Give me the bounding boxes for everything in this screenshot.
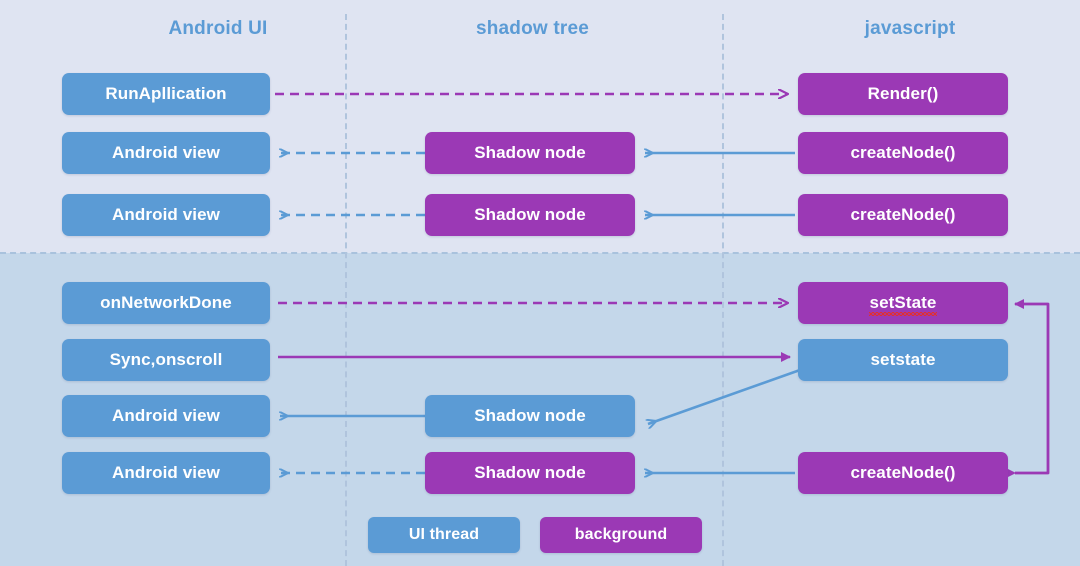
node-label: Sync,onscroll [109, 350, 223, 369]
legend-label: background [574, 526, 668, 543]
node-shadow-node-2[interactable]: Shadow node [425, 194, 635, 236]
node-label: Render() [867, 84, 939, 103]
node-create-node-3[interactable]: createNode() [798, 452, 1008, 494]
node-label: setState [868, 293, 938, 316]
node-create-node-2[interactable]: createNode() [798, 194, 1008, 236]
node-android-view-2[interactable]: Android view [62, 194, 270, 236]
legend-background: background [540, 517, 702, 553]
node-on-network-done[interactable]: onNetworkDone [62, 282, 270, 324]
node-label: setstate [870, 350, 936, 369]
node-label: createNode() [850, 463, 956, 482]
node-label: Shadow node [474, 143, 586, 162]
column-header-shadow-tree: shadow tree [475, 18, 590, 39]
node-label: Shadow node [474, 205, 586, 224]
node-label: Android view [112, 205, 220, 224]
node-shadow-node-1[interactable]: Shadow node [425, 132, 635, 174]
node-label: onNetworkDone [100, 293, 232, 312]
node-label: Android view [112, 143, 220, 162]
node-shadow-node-4[interactable]: Shadow node [425, 452, 635, 494]
column-header-javascript: javascript [864, 18, 956, 39]
node-sync-onscroll[interactable]: Sync,onscroll [62, 339, 270, 381]
node-android-view-3[interactable]: Android view [62, 395, 270, 437]
column-header-android-ui: Android UI [168, 18, 268, 39]
node-android-view-1[interactable]: Android view [62, 132, 270, 174]
node-android-view-4[interactable]: Android view [62, 452, 270, 494]
node-shadow-node-3[interactable]: Shadow node [425, 395, 635, 437]
legend-ui-thread: UI thread [368, 517, 520, 553]
legend-label: UI thread [408, 526, 480, 543]
lane-separator-android-shadow [345, 14, 347, 566]
lane-separator-shadow-javascript [722, 14, 724, 566]
node-run-application[interactable]: RunApllication [62, 73, 270, 115]
node-create-node-1[interactable]: createNode() [798, 132, 1008, 174]
node-label: createNode() [850, 205, 956, 224]
node-label: Shadow node [474, 406, 586, 425]
node-render[interactable]: Render() [798, 73, 1008, 115]
phase-divider [0, 252, 1080, 254]
diagram-canvas: Android UI shadow tree javascript RunApl… [0, 0, 1080, 566]
node-label: Android view [112, 463, 220, 482]
node-label: createNode() [850, 143, 956, 162]
node-label: RunApllication [105, 84, 227, 103]
node-label: Android view [112, 406, 220, 425]
node-label: Shadow node [474, 463, 586, 482]
node-setstate-lower[interactable]: setstate [798, 339, 1008, 381]
node-set-state[interactable]: setState [798, 282, 1008, 324]
